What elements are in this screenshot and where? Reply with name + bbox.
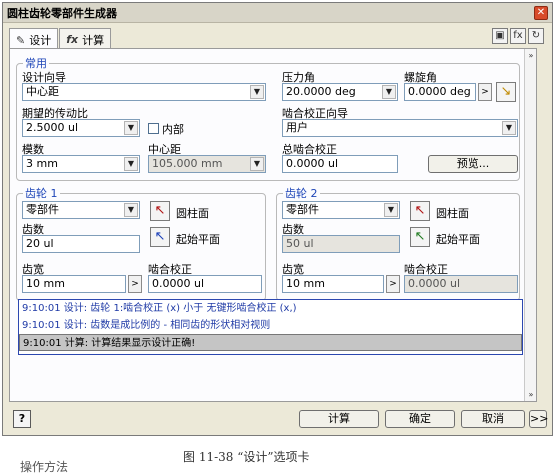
close-icon[interactable]: ✕ — [534, 6, 548, 20]
message-line[interactable]: 9:10:01 设计: 齿轮 1:啮合校正 (x) 小于 无键形啮合校正 (x,… — [19, 300, 522, 317]
chevron-down-icon[interactable]: ▼ — [124, 121, 138, 135]
gear2-width-input[interactable]: 10 mm — [282, 275, 384, 293]
design-guide-value: 中心距 — [26, 85, 59, 98]
gear2-cylinder-label: 圆柱面 — [436, 207, 469, 220]
chevron-down-icon[interactable]: ▼ — [250, 85, 264, 99]
gear1-teeth-input[interactable]: 20 ul — [22, 235, 140, 253]
gear-generator-dialog: 圆柱齿轮零部件生成器 ✕ ✎ 设计 fx 计算 ▣ fx ↻ » » 常用 设计… — [2, 2, 553, 436]
gear2-plane-pick-icon[interactable]: ↖ — [410, 227, 430, 247]
chevron-down-icon[interactable]: ▼ — [382, 85, 396, 99]
gear2-type-value: 零部件 — [286, 203, 319, 216]
total-correction-input[interactable]: 0.0000 ul — [282, 155, 398, 173]
gear2-teeth-input: 50 ul — [282, 235, 400, 253]
formula-icon: fx — [66, 33, 79, 46]
helix-angle-value: 0.0000 deg — [408, 85, 471, 98]
gear1-type-select[interactable]: 零部件 ▼ — [22, 201, 140, 219]
side-heading: 操作方法 — [20, 460, 69, 474]
title-bar: 圆柱齿轮零部件生成器 — [3, 3, 552, 23]
help-icon[interactable]: ? — [13, 410, 31, 428]
internal-checkbox[interactable] — [148, 123, 159, 134]
tab-design-label: 设计 — [29, 34, 52, 47]
gear1-width-input[interactable]: 10 mm — [22, 275, 126, 293]
internal-label: 内部 — [162, 123, 184, 136]
ratio-input[interactable]: 2.5000 ul ▼ — [22, 119, 140, 137]
gear2-correction-value: 0.0000 ul — [408, 277, 461, 290]
gear1-width-value: 10 mm — [26, 277, 65, 290]
gear2-legend: 齿轮 2 — [285, 187, 318, 200]
more-button[interactable]: >> — [529, 410, 548, 428]
gear1-plane-label: 起始平面 — [176, 233, 220, 246]
gear1-legend: 齿轮 1 — [25, 187, 58, 200]
gear1-cylinder-pick-icon[interactable]: ↖ — [150, 201, 170, 221]
total-correction-value: 0.0000 ul — [286, 157, 339, 170]
window-title: 圆柱齿轮零部件生成器 — [7, 6, 117, 20]
tab-design[interactable]: ✎ 设计 — [9, 28, 59, 49]
vertical-scrollbar[interactable]: » » — [524, 49, 536, 401]
message-log[interactable]: 9:10:01 设计: 齿轮 1:啮合校正 (x) 小于 无键形啮合校正 (x,… — [18, 299, 523, 355]
calculate-button[interactable]: 计算 — [299, 410, 379, 428]
gear1-plane-pick-icon[interactable]: ↖ — [150, 227, 170, 247]
tab-calculation[interactable]: fx 计算 — [59, 28, 112, 48]
message-line[interactable]: 9:10:01 设计: 齿数是成比例的 - 相同齿的形状相对视则 — [19, 317, 522, 334]
center-distance-input: 105.000 mm ▼ — [148, 155, 266, 173]
pick-arrow-icon[interactable]: ↘ — [496, 82, 516, 102]
chevron-down-icon[interactable]: ▼ — [502, 121, 516, 135]
gear1-correction-value: 0.0000 ul — [152, 277, 205, 290]
mesh-guide-value: 用户 — [286, 121, 308, 134]
ratio-value: 2.5000 ul — [26, 121, 79, 134]
refresh-icon[interactable]: ↻ — [528, 28, 544, 44]
pencil-icon: ✎ — [16, 33, 26, 47]
module-select[interactable]: 3 mm ▼ — [22, 155, 140, 173]
design-guide-select[interactable]: 中心距 ▼ — [22, 83, 266, 101]
chevron-down-icon[interactable]: ▼ — [124, 157, 138, 171]
gear2-plane-label: 起始平面 — [436, 233, 480, 246]
ok-button[interactable]: 确定 — [385, 410, 455, 428]
center-distance-value: 105.000 mm — [152, 157, 223, 170]
gear2-type-select[interactable]: 零部件 ▼ — [282, 201, 400, 219]
preview-button[interactable]: 预览... — [428, 155, 518, 173]
config-icon[interactable]: ▣ — [492, 28, 508, 44]
mesh-guide-select[interactable]: 用户 ▼ — [282, 119, 518, 137]
chevron-right-icon[interactable]: > — [386, 275, 400, 293]
module-value: 3 mm — [26, 157, 58, 170]
gear2-teeth-value: 50 ul — [286, 237, 314, 250]
gear2-correction-input: 0.0000 ul — [404, 275, 518, 293]
pressure-angle-value: 20.0000 deg — [286, 85, 356, 98]
gear2-cylinder-pick-icon[interactable]: ↖ — [410, 201, 430, 221]
chevron-down-icon: ▼ — [250, 157, 264, 171]
scroll-down-icon[interactable]: » — [525, 390, 537, 399]
formula-icon[interactable]: fx — [510, 28, 526, 44]
scroll-up-icon[interactable]: » — [525, 51, 537, 60]
gear1-type-value: 零部件 — [26, 203, 59, 216]
message-line-selected[interactable]: 9:10:01 计算: 计算结果显示设计正确! — [19, 334, 522, 351]
pressure-angle-select[interactable]: 20.0000 deg ▼ — [282, 83, 398, 101]
chevron-down-icon[interactable]: ▼ — [124, 203, 138, 217]
tab-calculation-label: 计算 — [82, 33, 105, 47]
figure-caption: 图 11-38 “设计”选项卡 — [183, 450, 310, 464]
gear1-correction-input[interactable]: 0.0000 ul — [148, 275, 262, 293]
tab-bar: ✎ 设计 fx 计算 — [9, 28, 112, 49]
gear1-teeth-value: 20 ul — [26, 237, 54, 250]
chevron-right-icon[interactable]: > — [478, 83, 492, 101]
toolbar: ▣ fx ↻ — [492, 28, 544, 44]
gear2-width-value: 10 mm — [286, 277, 325, 290]
gear1-cylinder-label: 圆柱面 — [176, 207, 209, 220]
chevron-right-icon[interactable]: > — [128, 275, 142, 293]
dialog-footer: ? 计算 确定 取消 >> — [9, 407, 549, 431]
chevron-down-icon[interactable]: ▼ — [384, 203, 398, 217]
design-panel: » » 常用 设计向导 中心距 ▼ 期望的传动比 2.5000 ul ▼ 内部 … — [9, 48, 537, 402]
cancel-button[interactable]: 取消 — [461, 410, 525, 428]
helix-angle-input[interactable]: 0.0000 deg — [404, 83, 476, 101]
